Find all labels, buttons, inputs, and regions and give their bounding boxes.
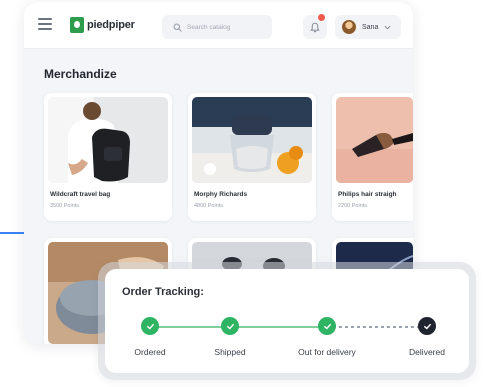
hamburger-menu-icon[interactable] <box>38 18 52 30</box>
logo[interactable]: piedpiper <box>70 16 135 34</box>
chopper-image <box>192 97 312 183</box>
step-label: Out for delivery <box>298 347 356 357</box>
product-points: 2200 Points <box>338 203 368 209</box>
notification-badge <box>317 13 326 22</box>
search-input[interactable] <box>187 23 267 31</box>
product-name: Philips hair straigh <box>338 191 397 198</box>
product-card[interactable]: Morphy Richards 4800 Points <box>188 93 316 221</box>
order-tracking-panel: Order Tracking: Ordered Shipped Out for … <box>105 269 469 373</box>
search-icon <box>173 23 182 32</box>
step-ordered-check-icon <box>141 317 159 335</box>
user-name: Sana <box>362 23 379 31</box>
search-bar[interactable] <box>162 15 272 39</box>
avatar <box>342 20 356 34</box>
top-bar: piedpiper Sana <box>24 2 413 49</box>
step-label: Ordered <box>134 347 166 357</box>
order-tracking-card: Order Tracking: Ordered Shipped Out for … <box>98 262 476 380</box>
product-card[interactable]: Philips hair straigh 2200 Points <box>332 93 413 221</box>
progress-line-done <box>150 326 230 328</box>
step-label: Shipped <box>214 347 246 357</box>
product-card[interactable]: Wildcraft travel bag 3500 Points <box>44 93 172 221</box>
step-out-for-delivery-check-icon <box>318 317 336 335</box>
chevron-down-icon <box>384 25 391 29</box>
tracking-title: Order Tracking: <box>122 286 204 298</box>
progress-line-pending <box>327 326 427 328</box>
step-shipped-check-icon <box>221 317 239 335</box>
notifications-button[interactable] <box>303 13 327 39</box>
step-delivered-check-icon <box>418 317 436 335</box>
step-label: Delivered <box>409 347 445 357</box>
piedpiper-logo-icon <box>70 17 84 33</box>
hair-brush-image <box>336 97 413 183</box>
progress-line-done <box>230 326 327 328</box>
bell-icon <box>310 22 320 32</box>
product-points: 4800 Points <box>194 203 224 209</box>
user-menu[interactable]: Sana <box>335 15 401 39</box>
page-title: Merchandize <box>44 67 117 81</box>
product-name: Wildcraft travel bag <box>50 191 111 198</box>
backpack-image <box>48 97 168 183</box>
product-name: Morphy Richards <box>194 191 248 198</box>
logo-text: piedpiper <box>87 19 135 31</box>
product-points: 3500 Points <box>50 203 80 209</box>
